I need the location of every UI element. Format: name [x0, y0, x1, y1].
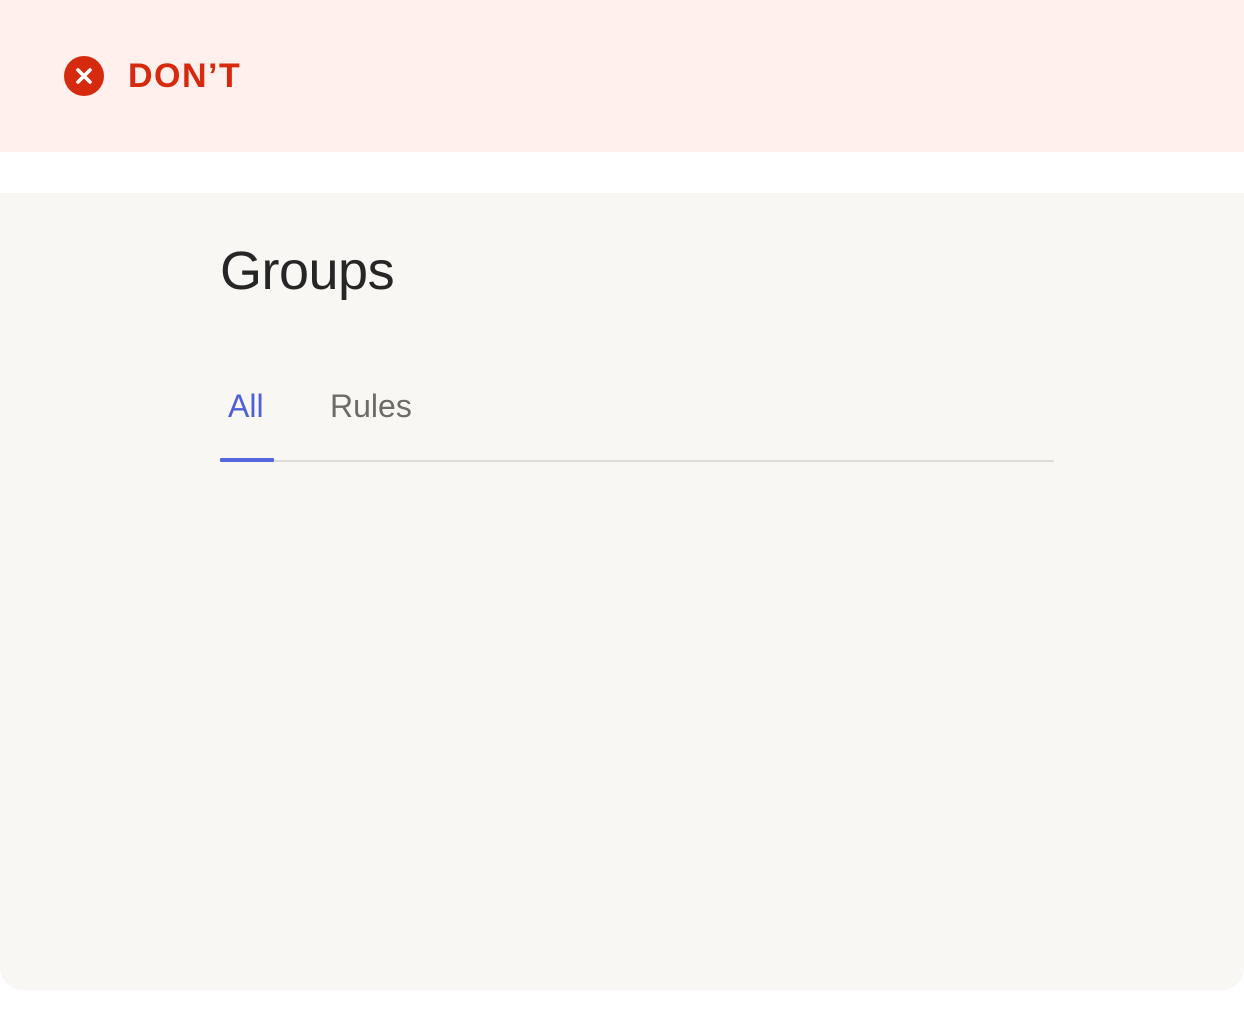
close-circle-icon [64, 56, 104, 96]
page-title: Groups [220, 241, 395, 301]
tab-bar: All Rules [220, 372, 1054, 462]
selected-tab-indicator [220, 458, 274, 462]
example-panel [0, 193, 1244, 990]
dont-banner: DON’T [0, 0, 1244, 152]
banner-label: DON’T [128, 57, 242, 95]
tab-rules[interactable]: Rules [330, 384, 412, 428]
tab-all[interactable]: All [228, 384, 264, 428]
